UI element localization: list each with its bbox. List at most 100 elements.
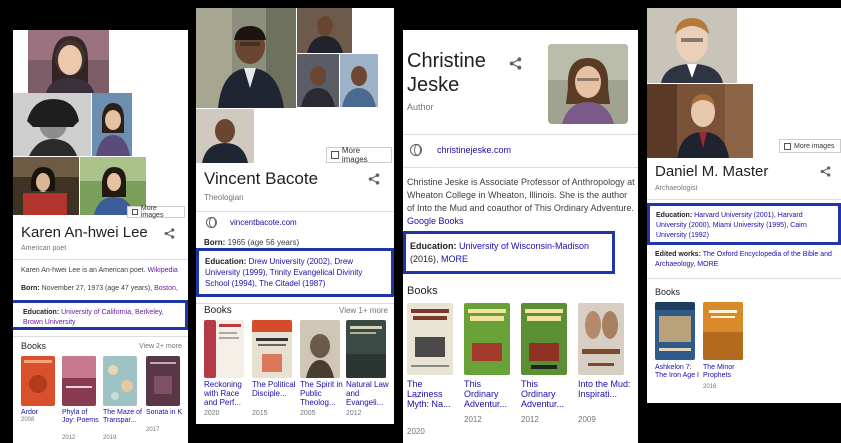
book-cover <box>146 356 180 406</box>
book-title[interactable]: This Ordinary Adventur... <box>464 379 516 409</box>
book-year: 2005 <box>300 410 316 417</box>
profile-photo[interactable] <box>13 93 91 156</box>
book-title[interactable]: The Minor Prophets <box>703 364 749 380</box>
profile-photo[interactable] <box>548 44 628 124</box>
book-year: 2012 <box>62 435 76 441</box>
book-year: 2020 <box>407 427 425 436</box>
book-item[interactable]: The Spirit in Public Theolog... 2005 <box>300 320 344 424</box>
profile-photo[interactable] <box>196 8 296 108</box>
edited-works-more-link[interactable]: MORE <box>697 261 718 268</box>
book-item[interactable]: Natural Law and Evangeli... 2012 <box>346 320 392 424</box>
website-link[interactable]: christinejeske.com <box>437 145 511 155</box>
image-icon <box>784 142 791 150</box>
profile-photo[interactable] <box>196 109 254 163</box>
born-place-link[interactable]: Boston, <box>154 285 178 292</box>
born-label: Born: <box>21 285 40 292</box>
book-cover <box>703 302 743 360</box>
book-title[interactable]: Reckoning with Race and Perf... <box>204 380 248 408</box>
education-more-link[interactable]: MORE <box>441 254 468 264</box>
knowledge-panel-daniel-m-master: More images Daniel M. Master Archaeologi… <box>647 8 841 403</box>
view-more-link[interactable]: View 2+ more <box>139 343 182 350</box>
more-images-button[interactable]: More images <box>326 146 392 164</box>
entity-subtitle: Theologian <box>204 193 244 202</box>
profile-photo[interactable] <box>647 84 753 158</box>
education-label: Education: <box>656 212 693 219</box>
profile-photo[interactable] <box>28 30 109 93</box>
book-item[interactable]: Phyla of Joy: Poems 2012 <box>62 356 100 441</box>
more-images-label: More images <box>341 146 368 164</box>
education-label: Education: <box>410 241 457 251</box>
book-title[interactable]: The Spirit in Public Theolog... <box>300 380 344 408</box>
book-item[interactable]: This Ordinary Adventur... 2012 <box>521 303 573 443</box>
share-icon[interactable] <box>509 57 522 70</box>
book-title[interactable]: Sonata in K <box>146 409 184 417</box>
books-heading: Books <box>21 341 47 351</box>
description-text: Christine Jeske is Associate Professor o… <box>407 177 635 213</box>
divider <box>13 259 188 260</box>
share-icon[interactable] <box>820 166 831 177</box>
books-heading: Books <box>407 285 438 297</box>
book-year: 2012 <box>521 415 539 424</box>
more-images-button[interactable]: More images <box>127 205 185 219</box>
profile-photo[interactable] <box>340 54 378 107</box>
share-icon[interactable] <box>164 228 175 239</box>
book-item[interactable]: Sonata in K 2017 <box>146 356 184 440</box>
share-icon[interactable] <box>368 173 380 185</box>
divider <box>647 199 841 200</box>
book-cover <box>346 320 386 378</box>
book-title[interactable]: This Ordinary Adventur... <box>521 379 573 409</box>
education-suffix: (2016), <box>410 254 439 264</box>
book-cover <box>655 302 695 360</box>
more-images-button[interactable]: More images <box>779 139 841 153</box>
book-title[interactable]: Into the Mud: Inspirati... <box>578 379 634 399</box>
book-title[interactable]: Ashkelon 7: The Iron Age I <box>655 364 701 380</box>
profile-photo[interactable] <box>297 54 339 107</box>
book-item[interactable]: This Ordinary Adventur... 2012 <box>464 303 516 443</box>
profile-photo[interactable] <box>92 93 132 156</box>
google-books-link[interactable]: Google Books <box>407 216 464 226</box>
entity-name-line-1: Christine <box>407 50 486 72</box>
book-cover <box>62 356 96 406</box>
book-title[interactable]: The Laziness Myth: Na... <box>407 379 459 409</box>
book-item[interactable]: Ardor 2008 <box>21 356 57 440</box>
profile-photo[interactable] <box>13 157 79 215</box>
wikipedia-link[interactable]: Wikipedia <box>147 267 177 274</box>
book-title[interactable]: Ardor <box>21 409 57 417</box>
entity-name: Karen An-hwei Lee <box>21 224 148 241</box>
description: Karen An-hwei Lee is an American poet. W… <box>21 267 183 274</box>
books-heading: Books <box>204 305 232 316</box>
book-title[interactable]: Phyla of Joy: Poems <box>62 409 100 425</box>
book-item[interactable]: The Laziness Myth: Na... 2020 <box>407 303 459 443</box>
book-item[interactable]: The Maze of Transpar... 2019 <box>103 356 143 441</box>
book-cover <box>21 356 55 406</box>
profile-photo[interactable] <box>297 8 352 53</box>
view-more-link[interactable]: View 1+ more <box>339 306 388 315</box>
education-label: Education: <box>23 309 60 316</box>
education-highlight: Education: University of Wisconsin-Madis… <box>403 231 615 274</box>
born-value: November 27, 1973 (age 47 years), <box>41 285 153 292</box>
book-title[interactable]: The Maze of Transpar... <box>103 409 143 425</box>
knowledge-panel-karen-an-hwei-lee: More images Karen An-hwei Lee American p… <box>13 30 188 443</box>
book-item[interactable]: Ashkelon 7: The Iron Age I <box>655 302 701 402</box>
entity-subtitle: Author <box>407 102 434 112</box>
book-item[interactable]: Into the Mud: Inspirati... 2009 <box>578 303 634 443</box>
website-link[interactable]: vincentbacote.com <box>230 218 297 227</box>
book-title[interactable]: Natural Law and Evangeli... <box>346 380 392 408</box>
image-icon <box>331 151 339 159</box>
entity-subtitle: Archaeologist <box>655 185 698 192</box>
book-year: 2012 <box>464 415 482 424</box>
book-item[interactable]: The Political Disciple... 2015 <box>252 320 296 424</box>
book-year: 2019 <box>103 435 117 441</box>
book-item[interactable]: Reckoning with Race and Perf... 2020 <box>204 320 248 424</box>
born-row: Born: November 27, 1973 (age 47 years), … <box>21 285 183 292</box>
book-title[interactable]: The Political Disciple... <box>252 380 296 399</box>
globe-icon <box>206 217 217 228</box>
education-value[interactable]: University of Wisconsin-Madison <box>459 241 589 251</box>
book-year: 2016 <box>703 384 717 390</box>
knowledge-panel-christine-jeske: Christine Jeske Author christinejeske.co… <box>403 30 638 443</box>
profile-photo[interactable] <box>647 8 737 83</box>
book-item[interactable]: The Minor Prophets 2016 <box>703 302 749 402</box>
books-heading: Books <box>655 287 681 297</box>
divider <box>403 134 638 135</box>
book-year: 2017 <box>146 427 160 433</box>
